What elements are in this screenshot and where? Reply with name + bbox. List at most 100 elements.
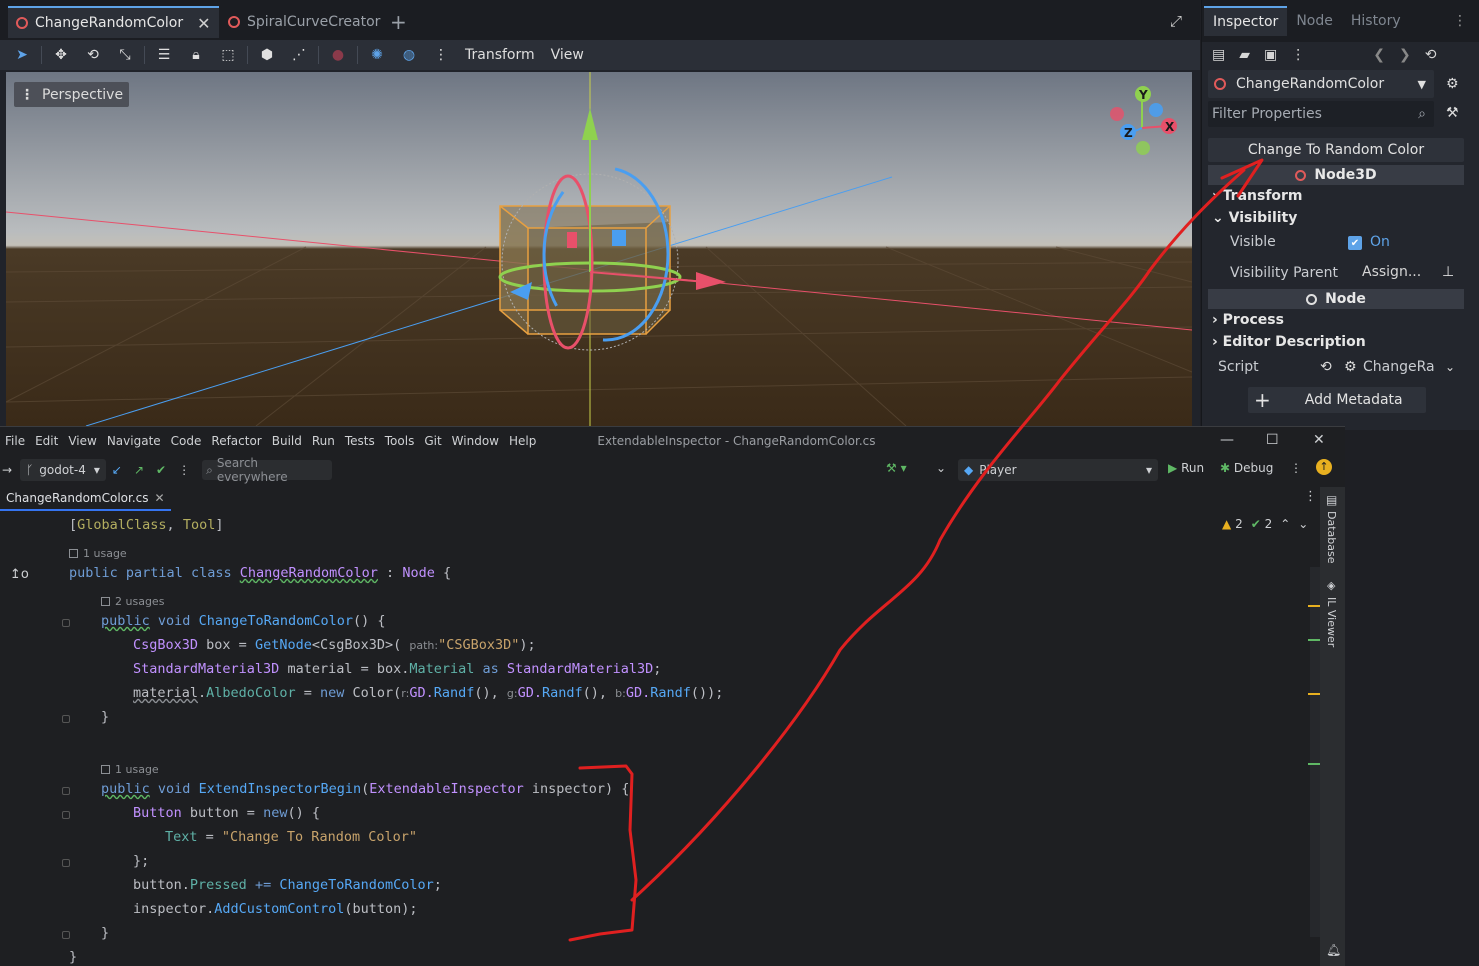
group-icon[interactable]: ⬚ — [212, 47, 244, 63]
branch-selector[interactable]: ᚴ godot-4 ▾ — [20, 459, 106, 481]
scale-tool-icon[interactable]: ⤡ — [109, 47, 141, 63]
more-options-icon[interactable]: ⋮ — [1304, 489, 1317, 504]
local-space-icon[interactable]: ⬢ — [251, 47, 283, 63]
more-options-icon[interactable]: ⋮ — [1291, 47, 1305, 63]
transform-menu[interactable]: Transform — [457, 47, 543, 63]
section-process[interactable]: › Process — [1212, 312, 1284, 328]
section-transform[interactable]: › Transform — [1212, 188, 1303, 204]
menu-git[interactable]: Git — [419, 434, 446, 448]
il-viewer-icon[interactable]: ◈ — [1327, 579, 1335, 592]
perspective-menu-button[interactable]: ⋮ Perspective — [14, 82, 130, 107]
usage-hint[interactable]: 2 usages — [101, 595, 164, 608]
filter-properties-input[interactable]: Filter Properties ⌕ — [1208, 101, 1434, 127]
close-icon[interactable]: ✕ — [197, 14, 210, 33]
menu-tools[interactable]: Tools — [380, 434, 420, 448]
scene-tab-changerandomcolor[interactable]: ChangeRandomColor ✕ — [8, 6, 219, 38]
push-icon[interactable]: ↗ — [134, 463, 144, 477]
save-icon[interactable]: ▣ — [1264, 47, 1277, 63]
menu-build[interactable]: Build — [267, 434, 307, 448]
implements-gutter-icon[interactable]: ↥o — [10, 567, 29, 582]
history-icon[interactable]: ⟲ — [1425, 47, 1437, 63]
scene-tab-spiralcurvecreator[interactable]: SpiralCurveCreator — [220, 8, 388, 36]
more-options-icon[interactable]: ⋮ — [1453, 13, 1467, 29]
il-viewer-tool-tab[interactable]: IL Viewer — [1325, 597, 1338, 647]
object-properties-icon[interactable]: ⚙ — [1446, 76, 1459, 92]
close-icon[interactable]: ✕ — [155, 491, 165, 505]
notifications-icon[interactable]: 🔔︎ — [1326, 943, 1341, 957]
select-tool-icon[interactable]: ➤ — [6, 47, 38, 63]
maximize-icon[interactable]: ☐ — [1266, 432, 1279, 448]
chevron-down-icon[interactable]: ⌄ — [1445, 360, 1455, 374]
lock-icon[interactable]: 🔒︎ — [180, 47, 212, 63]
tab-node[interactable]: Node — [1287, 7, 1342, 35]
tab-changerandomcolor-cs[interactable]: ChangeRandomColor.cs ✕ — [0, 487, 171, 511]
section-editor-description[interactable]: › Editor Description — [1212, 334, 1366, 350]
fold-marker[interactable] — [62, 787, 70, 795]
camera-icon[interactable]: ● — [322, 47, 354, 63]
add-scene-tab-icon[interactable]: + — [390, 10, 407, 34]
fold-marker[interactable] — [62, 931, 70, 939]
csg-box[interactable] — [499, 205, 671, 335]
menu-refactor[interactable]: Refactor — [206, 434, 266, 448]
tools-icon[interactable]: ⚒ — [1446, 105, 1459, 121]
menu-file[interactable]: File — [0, 434, 30, 448]
rotate-tool-icon[interactable]: ⟲ — [77, 47, 109, 63]
fold-marker[interactable] — [62, 619, 70, 627]
snap-icon[interactable]: ⋰ — [283, 47, 315, 63]
search-everywhere-input[interactable]: ⌕ Search everywhere — [202, 456, 333, 484]
3d-viewport[interactable]: Y X Z — [6, 72, 1192, 426]
commit-icon[interactable]: ✔ — [156, 463, 166, 477]
node3d-icon — [228, 16, 240, 28]
update-icon[interactable]: ↑ — [1316, 459, 1332, 475]
minimize-icon[interactable]: — — [1220, 432, 1234, 448]
open-folder-icon[interactable]: ▰ — [1239, 47, 1250, 63]
more-options-icon[interactable]: ⋮ — [1290, 461, 1302, 475]
menu-view[interactable]: View — [63, 434, 101, 448]
menu-help[interactable]: Help — [504, 434, 541, 448]
menu-window[interactable]: Window — [447, 434, 504, 448]
move-tool-icon[interactable]: ✥ — [45, 47, 77, 63]
build-hammer-icon[interactable]: ⚒ ▾ — [886, 461, 907, 475]
chevron-down-icon[interactable]: ⌄ — [936, 461, 946, 475]
menu-run[interactable]: Run — [307, 434, 340, 448]
script-value[interactable]: ChangeRa — [1363, 359, 1435, 375]
close-icon[interactable]: ✕ — [1313, 432, 1325, 448]
database-tool-tab[interactable]: Database — [1325, 511, 1338, 564]
tab-inspector[interactable]: Inspector — [1204, 6, 1288, 36]
fold-marker[interactable] — [62, 715, 70, 723]
usage-hint[interactable]: 1 usage — [101, 763, 159, 776]
arrow-icon[interactable]: → — [2, 463, 12, 477]
section-visibility[interactable]: ⌄ Visibility — [1212, 210, 1297, 226]
change-to-random-color-button[interactable]: Change To Random Color — [1208, 138, 1464, 162]
menu-tests[interactable]: Tests — [340, 434, 380, 448]
back-icon[interactable]: ❮ — [1373, 47, 1385, 63]
menu-navigate[interactable]: Navigate — [102, 434, 166, 448]
more-options-icon[interactable]: ⋮ — [178, 463, 190, 477]
tab-history[interactable]: History — [1342, 7, 1410, 35]
usage-hint[interactable]: 1 usage — [69, 547, 127, 560]
menu-code[interactable]: Code — [166, 434, 207, 448]
add-metadata-button[interactable]: + Add Metadata — [1248, 387, 1426, 413]
selected-node-dropdown[interactable]: ChangeRandomColor ▼ — [1208, 70, 1434, 98]
more-options-icon[interactable]: ⋮ — [425, 47, 457, 63]
update-project-icon[interactable]: ↙ — [112, 463, 122, 477]
database-icon[interactable]: ▤ — [1326, 493, 1337, 507]
forward-icon[interactable]: ❯ — [1399, 47, 1411, 63]
view-menu[interactable]: View — [543, 47, 592, 63]
run-configuration-dropdown[interactable]: ◆ Player ▾ — [958, 459, 1158, 481]
fold-marker[interactable] — [62, 859, 70, 867]
list-select-icon[interactable]: ☰ — [148, 47, 180, 63]
menu-edit[interactable]: Edit — [30, 434, 63, 448]
fullscreen-icon[interactable]: ⤢ — [1170, 12, 1182, 30]
visible-checkbox[interactable]: ✔ — [1348, 236, 1362, 250]
sun-icon[interactable]: ✺ — [361, 47, 393, 63]
code-editor[interactable]: [GlobalClass, Tool] 1 usage ↥o public pa… — [0, 513, 1320, 966]
environment-icon[interactable]: ◍ — [393, 47, 425, 63]
reload-icon[interactable]: ⟲ — [1320, 359, 1332, 375]
fold-marker[interactable] — [62, 811, 70, 819]
run-button[interactable]: ▶ Run — [1168, 461, 1204, 475]
debug-button[interactable]: ✱ Debug — [1220, 461, 1273, 475]
clear-icon[interactable]: ⊥ — [1442, 264, 1454, 280]
new-resource-icon[interactable]: ▤ — [1212, 47, 1225, 63]
visibility-parent-assign-button[interactable]: Assign... — [1362, 264, 1421, 280]
